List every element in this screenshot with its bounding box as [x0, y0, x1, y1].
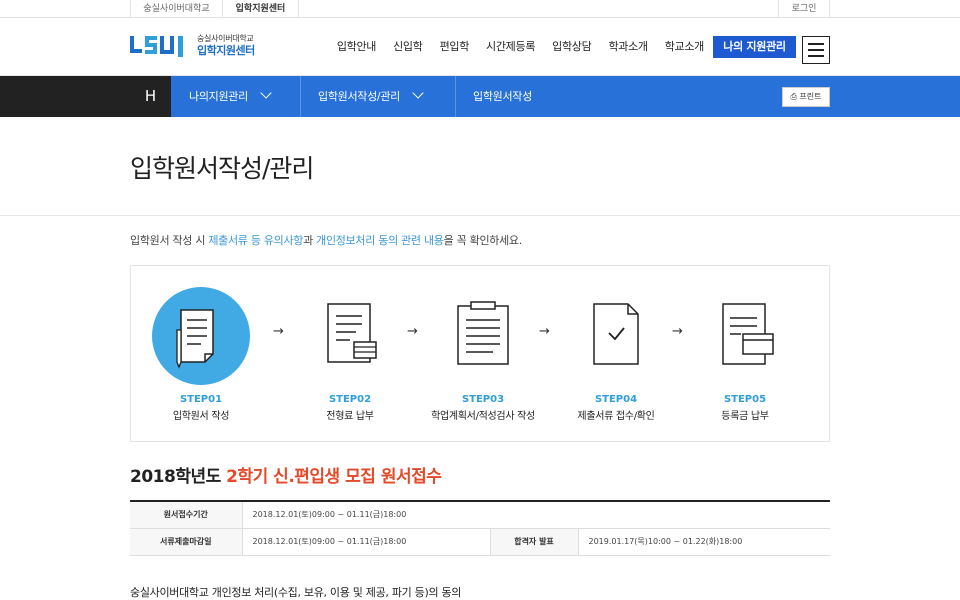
arrow-right-icon: →: [672, 324, 683, 339]
application-steps: STEP01 입학원서 작성 → STEP02 전형료 납부 → STEP03 …: [130, 265, 830, 442]
nav-item-consult[interactable]: 입학상담: [552, 38, 592, 54]
recruit-schedule-table: 원서접수기간 2018.12.01(토)09:00 ~ 01.11(금)18:0…: [130, 500, 830, 556]
logo-line2: 입학지원센터: [197, 43, 255, 57]
document-pen-icon: [152, 287, 250, 385]
row-value: 2018.12.01(토)09:00 ~ 01.11(금)18:00: [241, 528, 490, 556]
step-label: 입학원서 작성: [172, 411, 230, 422]
logo-line1: 숭실사이버대학교: [197, 33, 254, 43]
step-label: 학업계획서/적성검사 작성: [431, 411, 535, 422]
printer-icon: ⎙: [790, 92, 797, 101]
main-nav: 입학안내 신입학 편입학 시간제등록 입학상담 학과소개 학교소개: [320, 38, 704, 54]
arrow-right-icon: →: [407, 324, 418, 339]
title-area: 입학원서작성/관리: [0, 117, 960, 216]
arrow-right-icon: →: [539, 324, 550, 339]
utility-bar: 숭실사이버대학교 입학지원센터 로그인: [0, 0, 960, 18]
step-code: STEP05: [723, 394, 767, 405]
nav-item-departments[interactable]: 학과소개: [608, 38, 648, 54]
row-label: 합격자 발표: [489, 528, 578, 556]
table-row: 원서접수기간 2018.12.01(토)09:00 ~ 01.11(금)18:0…: [130, 501, 830, 529]
logo[interactable]: 숭실사이버대학교 입학지원센터: [130, 33, 255, 57]
nav-item-admission-guide[interactable]: 입학안내: [337, 38, 377, 54]
document-money-icon: [327, 303, 377, 363]
utility-center-link[interactable]: 입학지원센터: [223, 0, 299, 18]
chevron-down-icon: [260, 87, 272, 99]
clipboard-icon: [457, 301, 509, 365]
notice-link-documents[interactable]: 제출서류 등 유의사항: [208, 234, 303, 247]
nav-item-freshman[interactable]: 신입학: [393, 38, 423, 54]
header: 숭실사이버대학교 입학지원센터 입학안내 신입학 편입학 시간제등록 입학상담 …: [0, 18, 960, 76]
row-value: 2019.01.17(목)10:00 ~ 01.22(화)18:00: [577, 528, 830, 556]
location-bar: H 나의지원관리 입학원서작성/관리 입학원서작성 ⎙ 프린트: [0, 76, 960, 117]
print-button[interactable]: ⎙ 프린트: [782, 87, 830, 107]
step-code: STEP02: [328, 394, 372, 405]
nav-item-school[interactable]: 학교소개: [665, 38, 705, 54]
row-label: 서류제출마감일: [130, 528, 242, 556]
nav-item-parttime[interactable]: 시간제등록: [486, 38, 535, 54]
notice-text: 입학원서 작성 시 제출서류 등 유의사항과 개인정보처리 동의 관련 내용을 …: [130, 234, 522, 247]
row-label: 원서접수기간: [130, 501, 242, 529]
step-label: 등록금 납부: [721, 411, 769, 422]
step-code: STEP01: [179, 394, 223, 405]
notice-link-privacy[interactable]: 개인정보처리 동의 관련 내용: [316, 234, 444, 247]
document-check-icon: [593, 303, 639, 365]
arrow-right-icon: →: [273, 324, 284, 339]
breadcrumb-level2[interactable]: 입학원서작성/관리: [318, 76, 424, 117]
step-label: 제출서류 접수/확인: [577, 411, 655, 422]
table-row: 서류제출마감일 2018.12.01(토)09:00 ~ 01.11(금)18:…: [130, 528, 830, 556]
hamburger-menu-button[interactable]: [802, 36, 830, 64]
breadcrumb-level3[interactable]: 입학원서작성: [473, 76, 532, 117]
page-title: 입학원서작성/관리: [130, 154, 314, 183]
row-value: 2018.12.01(토)09:00 ~ 01.11(금)18:00: [241, 501, 830, 529]
step-label: 전형료 납부: [326, 411, 374, 422]
document-card-icon: [722, 303, 774, 365]
breadcrumb-level1[interactable]: 나의지원관리: [189, 76, 272, 117]
step-code: STEP03: [461, 394, 505, 405]
privacy-consent-title: 숭실사이버대학교 개인정보 처리(수집, 보유, 이용 및 제공, 파기 등)의…: [130, 585, 462, 599]
utility-school-link[interactable]: 숭실사이버대학교: [130, 0, 223, 18]
login-link[interactable]: 로그인: [778, 0, 830, 18]
chevron-down-icon: [412, 87, 424, 99]
recruit-title: 2018학년도 2학기 신.편입생 모집 원서접수: [130, 467, 442, 487]
home-link[interactable]: H: [130, 76, 171, 117]
my-application-button[interactable]: 나의 지원관리: [713, 36, 796, 58]
nav-item-transfer[interactable]: 편입학: [440, 38, 470, 54]
step-code: STEP04: [594, 394, 638, 405]
logo-mark-icon: [130, 36, 183, 57]
